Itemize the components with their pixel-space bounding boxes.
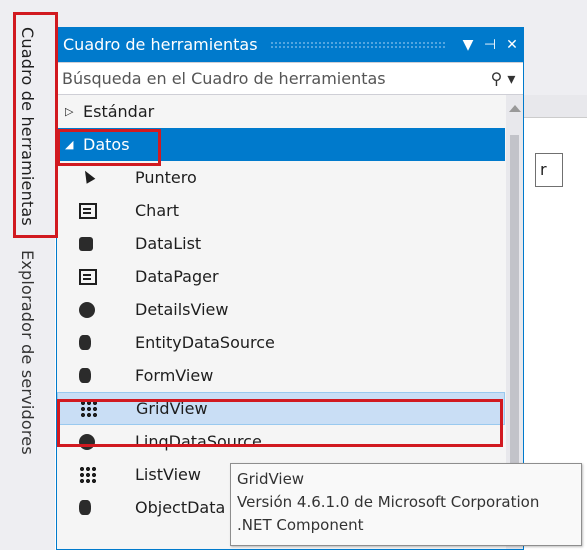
item-label: DataPager (135, 267, 219, 286)
list-item[interactable]: DataList (57, 227, 505, 260)
toolbox-title: Cuadro de herramientas (63, 35, 258, 54)
list-item[interactable]: DataPager (57, 260, 505, 293)
item-label: FormView (135, 366, 214, 385)
pointer-icon (79, 169, 97, 187)
dropdown-icon[interactable]: ▼ (457, 37, 479, 53)
datapager-icon (79, 268, 97, 285)
toolbox-list: ▷ Estándar ◢ Datos Puntero Chart DataLis… (57, 95, 505, 524)
entitydatasource-icon (79, 335, 91, 350)
objectdatasource-icon (79, 500, 91, 515)
close-icon[interactable]: ✕ (501, 37, 523, 53)
item-label: DataList (135, 234, 202, 253)
search-icon[interactable]: ⚲ ▾ (483, 69, 523, 88)
item-label: EntityDataSource (135, 333, 275, 352)
collapsed-arrow-icon[interactable]: ▷ (65, 105, 83, 118)
group-label: Estándar (83, 102, 155, 121)
list-item[interactable]: EntityDataSource (57, 326, 505, 359)
item-label: ListView (135, 465, 201, 484)
detailsview-icon (79, 301, 95, 318)
toolbox-title-bar[interactable]: Cuadro de herramientas ▼ ⊣ ✕ (57, 27, 523, 62)
pin-icon[interactable]: ⊣ (479, 37, 501, 53)
group-estandar[interactable]: ▷ Estándar (57, 95, 505, 128)
gridview-tooltip: GridView Versión 4.6.1.0 de Microsoft Co… (230, 463, 582, 546)
listview-icon (79, 465, 97, 484)
list-item-gridview[interactable]: GridView (57, 392, 505, 425)
list-item[interactable]: FormView (57, 359, 505, 392)
toolbox-side-tab[interactable]: Cuadro de herramientas (0, 16, 55, 236)
chart-icon (79, 202, 97, 219)
item-label: DetailsView (135, 300, 229, 319)
gridview-icon (80, 399, 98, 418)
tooltip-version: Versión 4.6.1.0 de Microsoft Corporation (237, 493, 540, 511)
linqdatasource-icon (79, 433, 95, 450)
item-label: GridView (136, 399, 208, 418)
search-input[interactable]: Búsqueda en el Cuadro de herramientas (57, 69, 483, 88)
item-label: LinqDataSource (135, 432, 262, 451)
tooltip-name: GridView (237, 470, 305, 488)
list-item[interactable]: Puntero (57, 161, 505, 194)
datalist-icon (79, 236, 93, 251)
scroll-up-icon[interactable] (509, 105, 521, 112)
group-label: Datos (83, 135, 130, 154)
list-item[interactable]: Chart (57, 194, 505, 227)
expanded-arrow-icon[interactable]: ◢ (65, 138, 83, 151)
editor-background-button[interactable]: r (535, 153, 563, 187)
item-label: ObjectData (135, 498, 226, 517)
formview-icon (79, 368, 91, 383)
list-item[interactable]: LinqDataSource (57, 425, 505, 458)
list-item[interactable]: DetailsView (57, 293, 505, 326)
group-datos[interactable]: ◢ Datos (57, 128, 505, 161)
tooltip-type: .NET Component (237, 516, 364, 534)
item-label: Chart (135, 201, 179, 220)
toolbox-search[interactable]: Búsqueda en el Cuadro de herramientas ⚲ … (57, 62, 523, 95)
server-explorer-side-tab[interactable]: Explorador de servidores (0, 242, 55, 462)
title-grip[interactable] (269, 40, 447, 49)
item-label: Puntero (135, 168, 197, 187)
side-tab-strip: Cuadro de herramientas Explorador de ser… (0, 0, 56, 550)
